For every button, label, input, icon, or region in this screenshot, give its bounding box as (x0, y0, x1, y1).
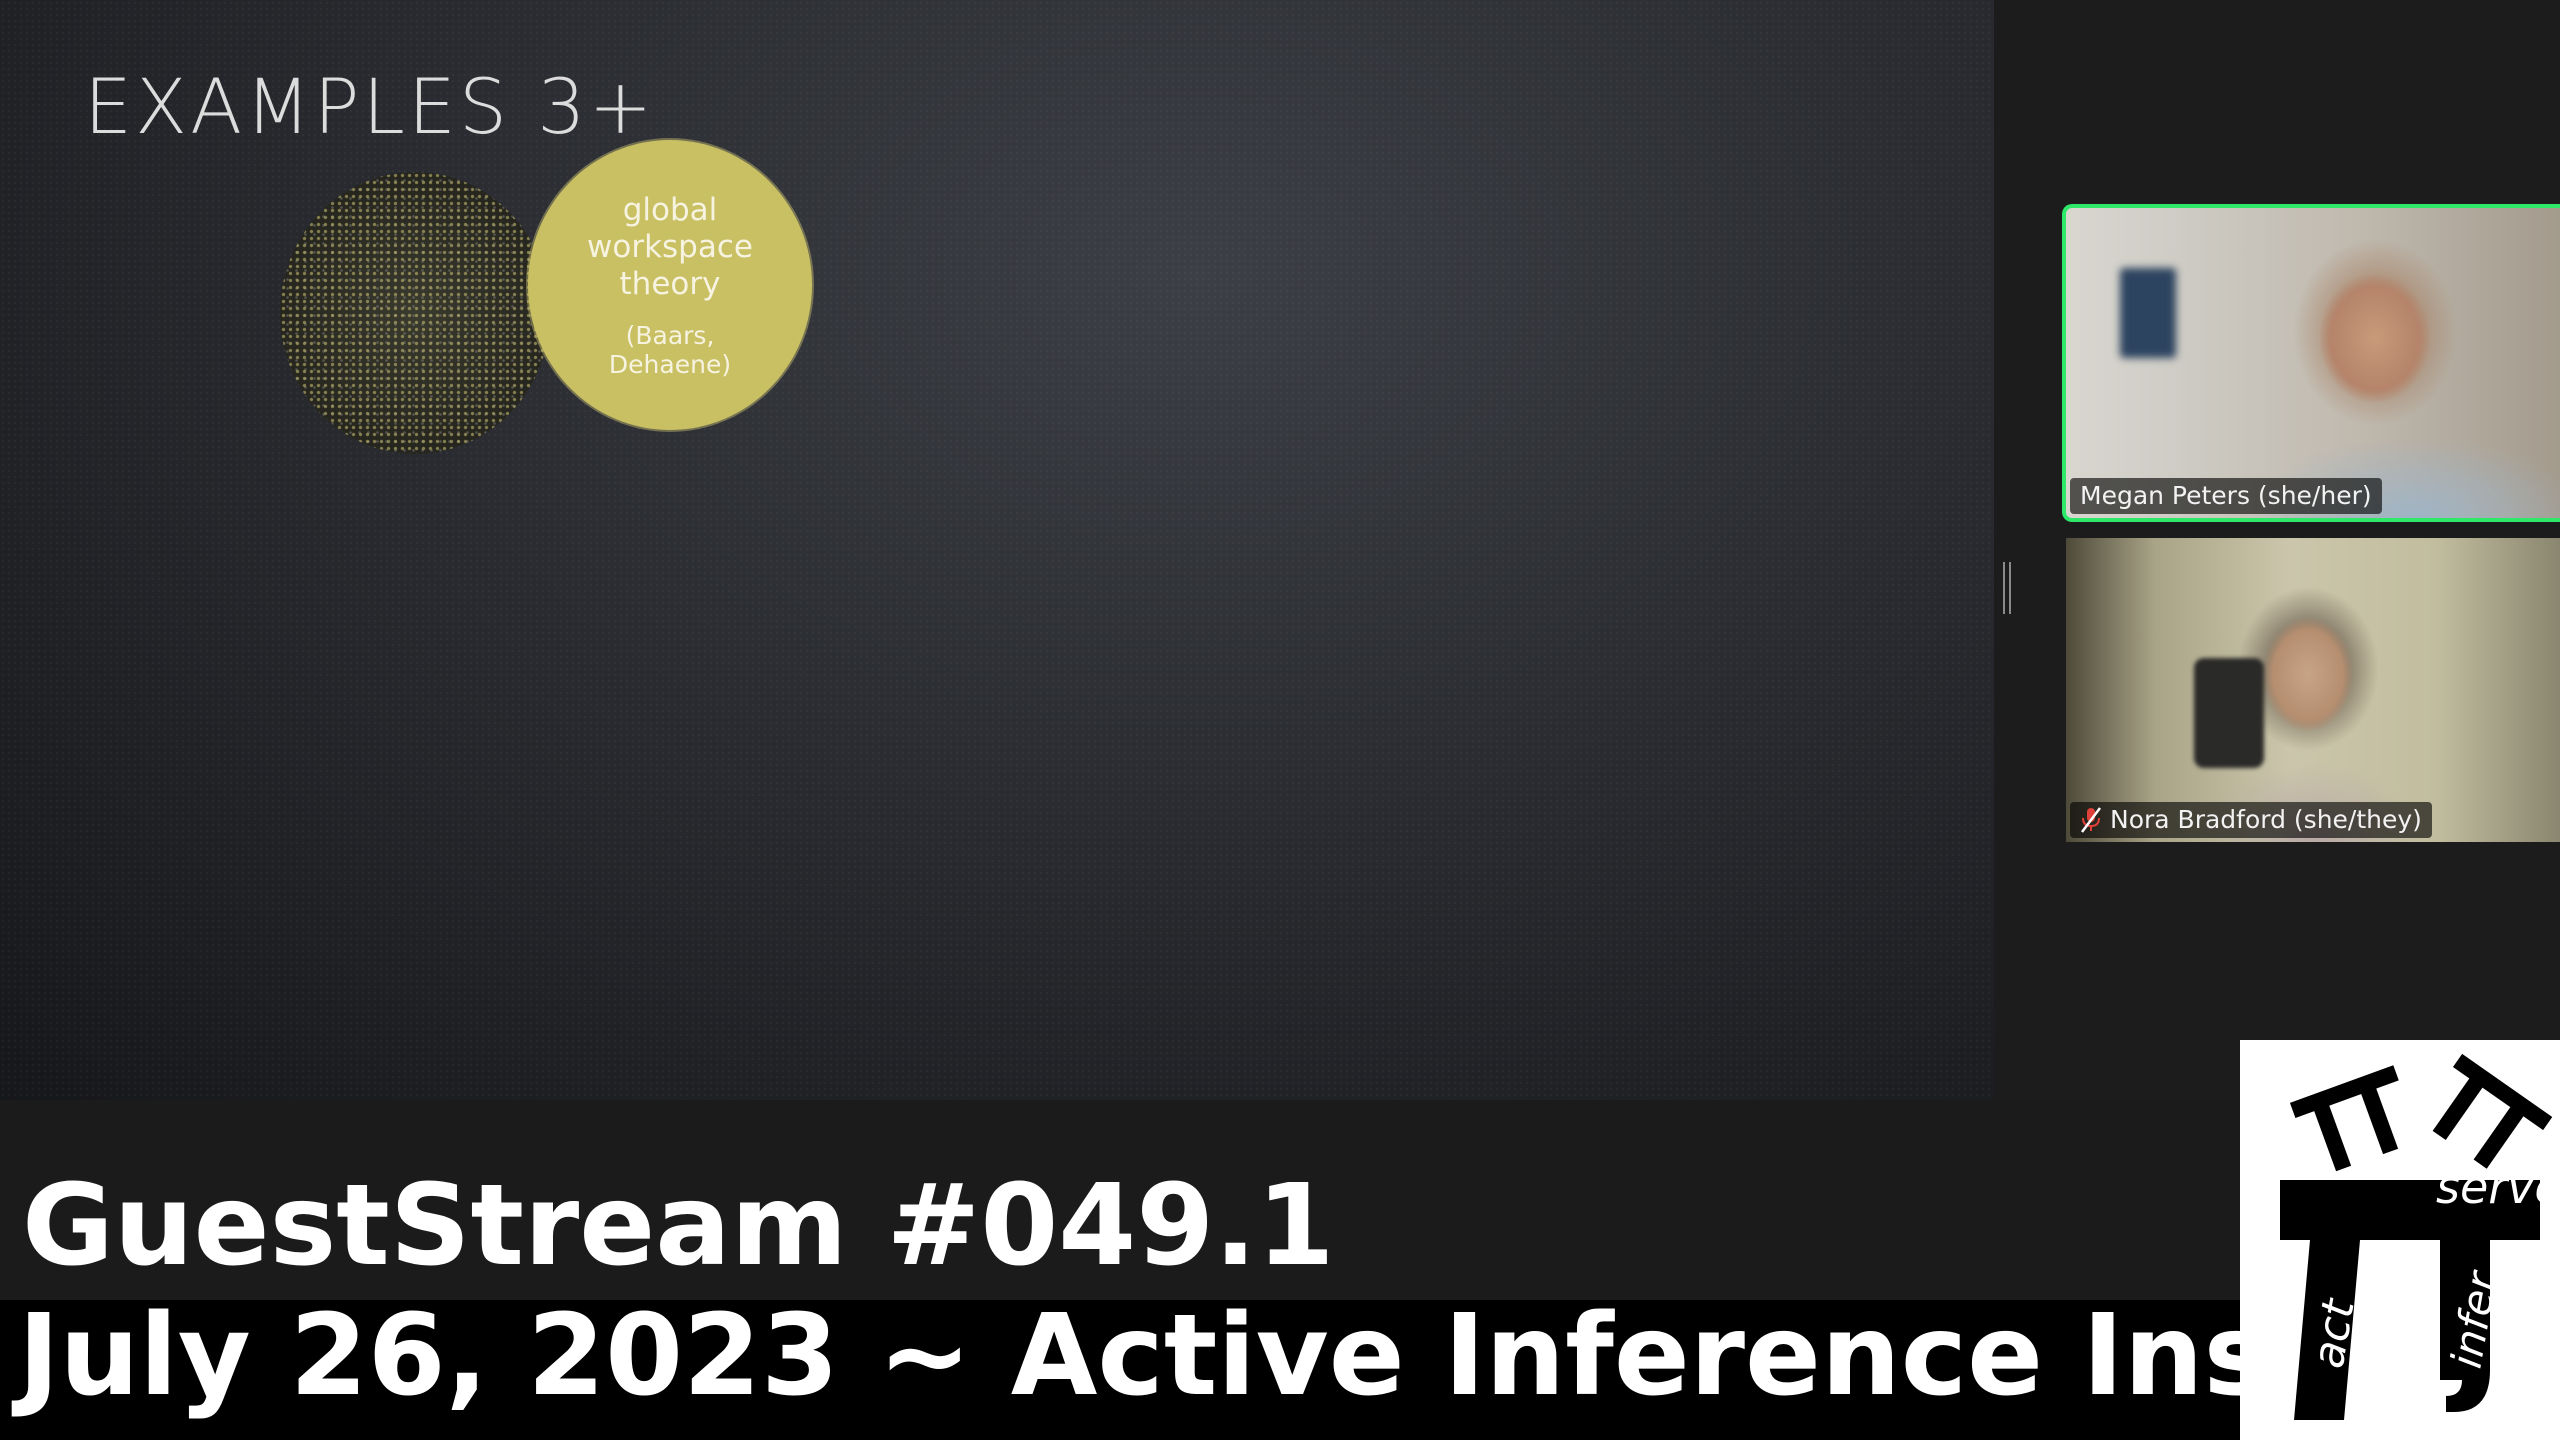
participant-name-tag: Nora Bradford (she/they) (2070, 802, 2432, 838)
gwt-circle-citation: (Baars, Dehaene) (608, 320, 732, 379)
microphone-muted-icon (2080, 806, 2102, 834)
participant-name: Nora Bradford (she/they) (2110, 805, 2422, 834)
active-inference-logo-mark: serve act infer (2280, 1053, 2560, 1420)
active-inference-logo: serve act infer (2240, 1040, 2560, 1440)
office-chair (2194, 658, 2264, 768)
logo-word-act: act (2303, 1294, 2365, 1372)
global-workspace-circle: global workspace theory (Baars, Dehaene) (528, 140, 812, 430)
stream-title: GuestStream #049.1 (22, 1161, 1335, 1291)
participant-name-tag: Megan Peters (she/her) (2070, 478, 2382, 514)
resize-grip-line (2009, 562, 2011, 614)
background-poster (2120, 268, 2176, 358)
resize-grip-line (2003, 562, 2005, 614)
participant-tile-nora[interactable]: Nora Bradford (she/they) (2066, 538, 2560, 842)
participant-tile-megan[interactable]: Megan Peters (she/her) (2062, 204, 2560, 522)
shared-slide: EXAMPLES 3+ global workspace theory (Baa… (0, 0, 1994, 1100)
stream-frame: EXAMPLES 3+ global workspace theory (Baa… (0, 0, 2560, 1440)
gwt-circle-label: global workspace theory (587, 191, 753, 302)
logo-word-serve: serve (2436, 1160, 2560, 1214)
panel-resize-handle[interactable] (2001, 562, 2013, 614)
stream-subtitle: July 26, 2023 ~ Active Inference Institu… (18, 1291, 2560, 1421)
slide-title: EXAMPLES 3+ (84, 62, 656, 151)
speckled-circle-graphic (280, 172, 550, 454)
participant-name: Megan Peters (she/her) (2080, 481, 2372, 510)
